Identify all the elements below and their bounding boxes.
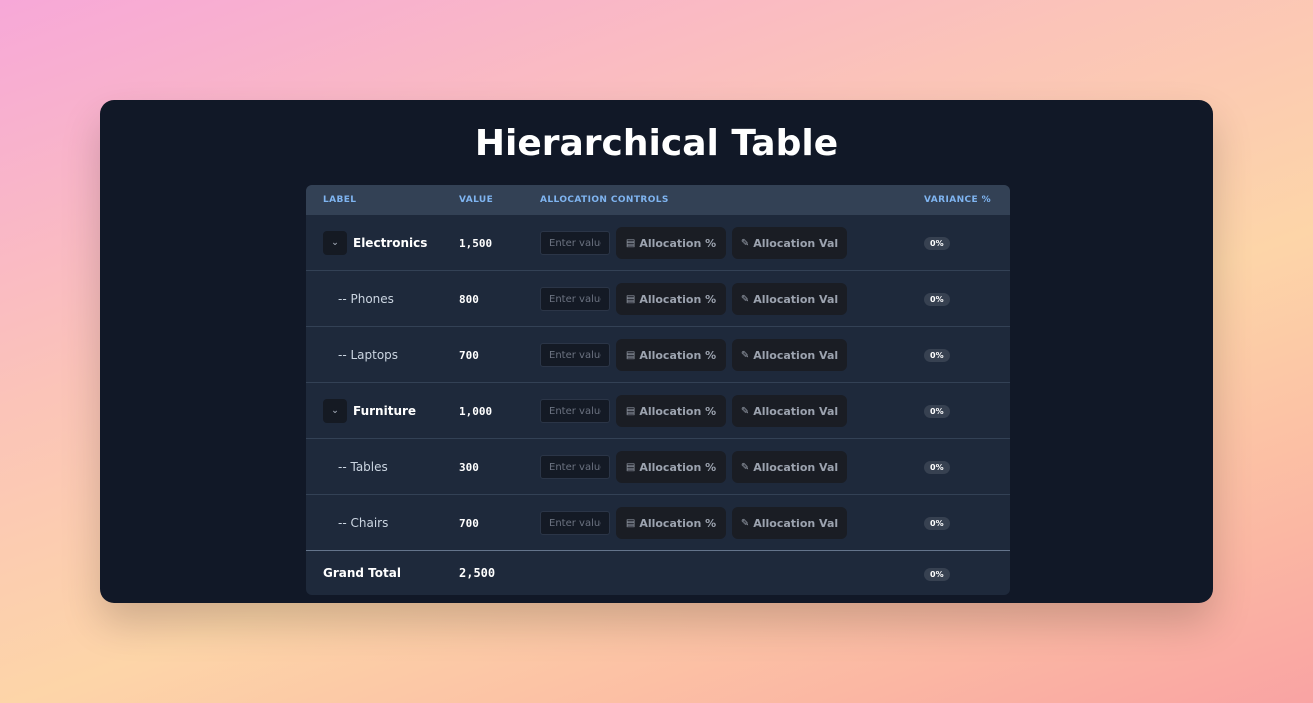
row-label-text: Furniture — [353, 404, 417, 418]
allocation-percent-label: Allocation % — [639, 292, 717, 306]
table-header: Label Value Allocation Controls Variance… — [306, 185, 1010, 215]
row-label: ⌄ Electronics — [323, 215, 427, 271]
variance-badge: 0% — [924, 517, 950, 530]
allocation-value-label: Allocation Val — [753, 292, 839, 306]
allocation-percent-button[interactable]: ▤ Allocation % — [616, 451, 726, 483]
allocation-percent-button[interactable]: ▤ Allocation % — [616, 395, 726, 427]
column-header-variance: Variance % — [924, 195, 991, 205]
grand-total-row: Grand Total 2,500 0% — [306, 551, 1010, 595]
allocation-input[interactable] — [540, 455, 610, 479]
allocation-percent-button[interactable]: ▤ Allocation % — [616, 507, 726, 539]
edit-icon: ✎ — [740, 237, 750, 249]
allocation-percent-label: Allocation % — [639, 404, 717, 418]
row-label: -- Tables — [338, 460, 388, 474]
row-value: 800 — [459, 292, 479, 306]
calculator-icon: ▤ — [625, 237, 636, 249]
calculator-icon: ▤ — [625, 405, 636, 417]
allocation-input[interactable] — [540, 399, 610, 423]
allocation-percent-button[interactable]: ▤ Allocation % — [616, 283, 726, 315]
table-row: ⌄ Furniture 1,000 ▤Allocation % ✎Allocat… — [306, 383, 1010, 439]
allocation-value-button[interactable]: ✎ Allocation Val — [732, 339, 847, 371]
allocation-value-button[interactable]: ✎ Allocation Val — [732, 451, 847, 483]
row-label-text: Electronics — [353, 236, 428, 250]
allocation-value-button[interactable]: ✎ Allocation Val — [732, 227, 847, 259]
table-row: -- Chairs 700 ▤Allocation % ✎Allocation … — [306, 495, 1010, 551]
calculator-icon: ▤ — [625, 349, 636, 361]
calculator-icon: ▤ — [625, 461, 636, 473]
allocation-percent-button[interactable]: ▤ Allocation % — [616, 339, 726, 371]
edit-icon: ✎ — [740, 405, 750, 417]
grand-total-label: Grand Total — [323, 566, 401, 580]
allocation-value-button[interactable]: ✎ Allocation Val — [732, 395, 847, 427]
table-row: -- Laptops 700 ▤Allocation % ✎Allocation… — [306, 327, 1010, 383]
allocation-value-button[interactable]: ✎ Allocation Val — [732, 283, 847, 315]
variance-badge: 0% — [924, 568, 950, 581]
calculator-icon: ▤ — [625, 293, 636, 305]
row-value: 300 — [459, 460, 479, 474]
allocation-value-label: Allocation Val — [753, 236, 839, 250]
edit-icon: ✎ — [740, 517, 750, 529]
allocation-percent-label: Allocation % — [639, 460, 717, 474]
allocation-percent-label: Allocation % — [639, 348, 717, 362]
variance-badge: 0% — [924, 237, 950, 250]
allocation-input[interactable] — [540, 231, 610, 255]
column-header-allocation: Allocation Controls — [540, 195, 669, 205]
calculator-icon: ▤ — [625, 517, 636, 529]
edit-icon: ✎ — [740, 349, 750, 361]
table-row: -- Tables 300 ▤Allocation % ✎Allocation … — [306, 439, 1010, 495]
allocation-input[interactable] — [540, 287, 610, 311]
allocation-value-label: Allocation Val — [753, 460, 839, 474]
row-value: 700 — [459, 348, 479, 362]
allocation-input[interactable] — [540, 343, 610, 367]
allocation-value-button[interactable]: ✎ Allocation Val — [732, 507, 847, 539]
chevron-down-icon[interactable]: ⌄ — [323, 399, 347, 423]
allocation-value-label: Allocation Val — [753, 348, 839, 362]
chevron-down-icon[interactable]: ⌄ — [323, 231, 347, 255]
edit-icon: ✎ — [740, 293, 750, 305]
hierarchical-table: Label Value Allocation Controls Variance… — [306, 185, 1010, 595]
allocation-percent-label: Allocation % — [639, 236, 717, 250]
variance-badge: 0% — [924, 349, 950, 362]
allocation-value-label: Allocation Val — [753, 516, 839, 530]
column-header-value: Value — [459, 195, 494, 205]
row-label: -- Chairs — [338, 516, 389, 530]
grand-total-value: 2,500 — [459, 566, 496, 580]
allocation-percent-button[interactable]: ▤ Allocation % — [616, 227, 726, 259]
table-row: ⌄ Electronics 1,500 ▤Allocation % ✎Alloc… — [306, 215, 1010, 271]
row-value: 1,000 — [459, 404, 493, 418]
allocation-percent-label: Allocation % — [639, 516, 717, 530]
table-card: Hierarchical Table Label Value Allocatio… — [100, 100, 1213, 603]
table-row: -- Phones 800 ▤Allocation % ✎Allocation … — [306, 271, 1010, 327]
allocation-value-label: Allocation Val — [753, 404, 839, 418]
page-title: Hierarchical Table — [474, 123, 839, 164]
row-label: -- Phones — [338, 292, 394, 306]
row-label: -- Laptops — [338, 348, 399, 362]
variance-badge: 0% — [924, 461, 950, 474]
edit-icon: ✎ — [740, 461, 750, 473]
column-header-label: Label — [323, 195, 357, 205]
row-value: 1,500 — [459, 236, 493, 250]
row-value: 700 — [459, 516, 479, 530]
variance-badge: 0% — [924, 293, 950, 306]
allocation-input[interactable] — [540, 511, 610, 535]
row-label: ⌄ Furniture — [323, 383, 416, 439]
variance-badge: 0% — [924, 405, 950, 418]
